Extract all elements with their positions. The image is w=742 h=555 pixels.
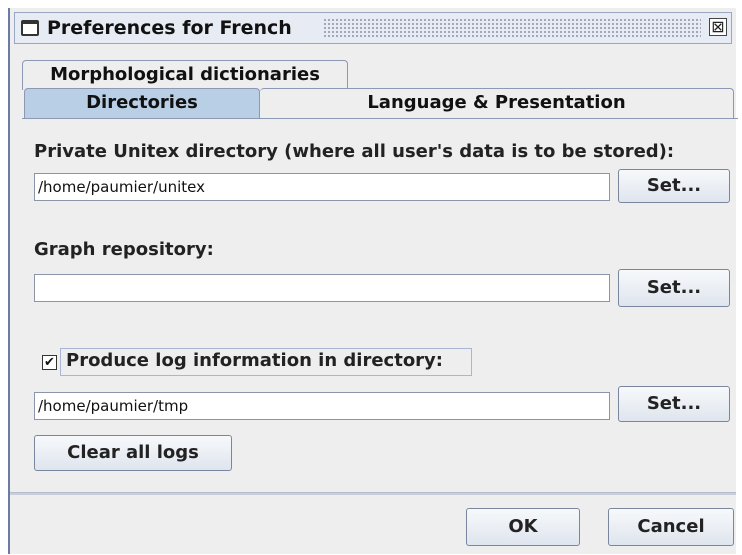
- ok-button[interactable]: OK: [466, 508, 580, 546]
- preferences-dialog: Preferences for French ⊠ Morphological d…: [8, 8, 738, 554]
- window-title: Preferences for French: [47, 17, 292, 39]
- log-directory-field[interactable]: /home/paumier/tmp: [34, 392, 610, 420]
- window-icon: [21, 20, 39, 36]
- title-bar-grip: [323, 18, 701, 38]
- directories-panel: Private Unitex directory (where all user…: [22, 118, 738, 492]
- tab-directories[interactable]: Directories: [24, 88, 260, 118]
- graph-repository-label: Graph repository:: [34, 239, 214, 260]
- graph-repository-field[interactable]: [34, 274, 610, 302]
- clear-all-logs-button[interactable]: Clear all logs: [34, 435, 232, 471]
- private-directory-set-button[interactable]: Set...: [618, 169, 730, 203]
- graph-repository-set-button[interactable]: Set...: [618, 269, 730, 307]
- title-bar[interactable]: Preferences for French ⊠: [14, 12, 732, 44]
- tab-morphological-dictionaries[interactable]: Morphological dictionaries: [22, 60, 348, 90]
- cancel-button[interactable]: Cancel: [608, 508, 734, 546]
- private-directory-field[interactable]: /home/paumier/unitex: [34, 173, 610, 201]
- close-icon[interactable]: ⊠: [709, 18, 727, 36]
- tab-language-presentation[interactable]: Language & Presentation: [260, 88, 734, 118]
- footer-separator: [10, 492, 736, 495]
- log-directory-set-button[interactable]: Set...: [618, 386, 730, 422]
- log-checkbox[interactable]: ✔: [42, 355, 57, 370]
- private-directory-label: Private Unitex directory (where all user…: [34, 141, 675, 162]
- log-checkbox-label[interactable]: Produce log information in directory:: [66, 350, 443, 371]
